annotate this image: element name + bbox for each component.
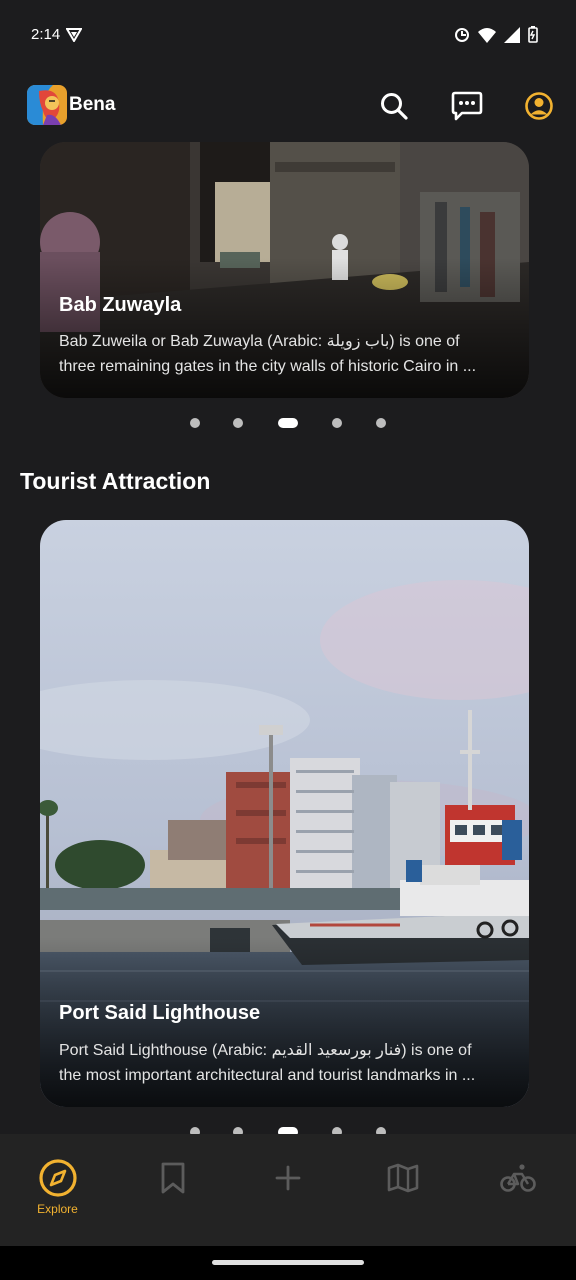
- status-icons: [454, 26, 538, 43]
- carousel-dot[interactable]: [332, 1127, 342, 1134]
- card-title: Bab Zuwayla: [59, 294, 182, 316]
- carousel-dot[interactable]: [233, 1127, 243, 1134]
- carousel-dot[interactable]: [376, 1127, 386, 1134]
- card-description: Port Said Lighthouse (Arabic: فنار بورسع…: [59, 1038, 514, 1088]
- nav-item-map[interactable]: [345, 1134, 460, 1246]
- search-icon: [381, 93, 408, 120]
- card-description-line: Bab Zuweila or Bab Zuwayla (Arabic: باب …: [59, 333, 460, 350]
- explore-feed[interactable]: Bab Zuwayla Bab Zuweila or Bab Zuwayla (…: [0, 142, 576, 1134]
- battery-icon: [528, 26, 538, 43]
- wifi-icon: [478, 27, 496, 43]
- signal-icon: [504, 26, 520, 43]
- account-button[interactable]: [521, 88, 557, 124]
- app-bar: Bena: [0, 70, 576, 142]
- nav-item-saved[interactable]: [115, 1134, 230, 1246]
- carousel-dot-active[interactable]: [278, 418, 298, 428]
- nav-item-add[interactable]: [230, 1134, 345, 1246]
- card-description-line: three remaining gates in the city walls …: [59, 358, 477, 375]
- bookmark-icon: [153, 1158, 193, 1198]
- app-brand: Bena: [69, 94, 116, 115]
- chat-icon: [451, 91, 483, 121]
- place-card-bab-zuwayla[interactable]: Bab Zuwayla Bab Zuweila or Bab Zuwayla (…: [40, 142, 529, 398]
- status-time: 2:14: [31, 26, 61, 43]
- home-indicator[interactable]: [212, 1260, 364, 1265]
- carousel-indicator: [0, 1126, 576, 1134]
- bottom-navigation: Explore: [0, 1134, 576, 1246]
- status-bar: 2:14: [0, 0, 576, 70]
- carousel-dot[interactable]: [233, 418, 243, 428]
- bike-icon: [498, 1158, 538, 1198]
- map-icon: [383, 1158, 423, 1198]
- carousel-dot[interactable]: [376, 418, 386, 428]
- section-title: Tourist Attraction: [20, 468, 211, 494]
- nav-item-bike[interactable]: [460, 1134, 575, 1246]
- app-logo: [27, 85, 67, 125]
- card-description: Bab Zuweila or Bab Zuwayla (Arabic: باب …: [59, 329, 514, 379]
- carousel-dot[interactable]: [190, 418, 200, 428]
- gesture-bar: [0, 1246, 576, 1280]
- search-button[interactable]: [376, 88, 412, 124]
- carousel-dot[interactable]: [332, 418, 342, 428]
- sync-icon: [455, 27, 469, 42]
- vpn-icon: [66, 28, 82, 42]
- account-icon: [525, 92, 553, 120]
- plus-icon: [268, 1158, 308, 1198]
- compass-icon: [38, 1158, 78, 1198]
- carousel-dot-active[interactable]: [278, 1127, 298, 1134]
- nav-label: Explore: [37, 1202, 78, 1216]
- card-description-line: Port Said Lighthouse (Arabic: فنار بورسع…: [59, 1042, 472, 1059]
- card-description-line: the most important architectural and tou…: [59, 1067, 476, 1084]
- carousel-indicator: [0, 417, 576, 429]
- chat-button[interactable]: [449, 88, 485, 124]
- carousel-dot[interactable]: [190, 1127, 200, 1134]
- card-title: Port Said Lighthouse: [59, 1002, 261, 1024]
- nav-item-explore[interactable]: Explore: [0, 1134, 115, 1246]
- place-card-port-said-lighthouse[interactable]: Port Said Lighthouse Port Said Lighthous…: [40, 520, 529, 1107]
